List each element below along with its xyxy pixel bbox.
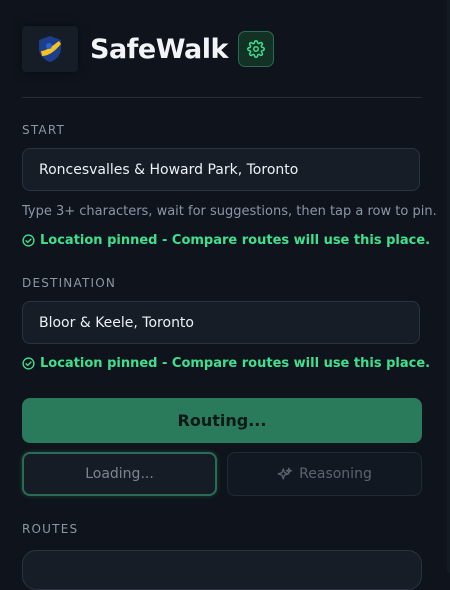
start-pinned-status: Location pinned - Compare routes will us… [22, 233, 430, 248]
settings-button[interactable] [237, 31, 274, 67]
app-title: SafeWalk [90, 33, 228, 65]
start-input[interactable]: Roncesvalles & Howard Park, Toronto [22, 148, 420, 191]
destination-pinned-text: Location pinned - Compare routes will us… [40, 356, 431, 371]
routes-label: ROUTES [22, 522, 79, 536]
sparkles-icon [277, 467, 293, 479]
reasoning-label: Reasoning [299, 466, 372, 482]
routing-button[interactable]: Routing... [22, 398, 422, 443]
start-hint: Type 3+ characters, wait for suggestions… [22, 204, 437, 219]
shield-logo-icon [39, 36, 61, 62]
header-divider [22, 97, 422, 98]
start-pinned-text: Location pinned - Compare routes will us… [40, 233, 431, 248]
sidebar-panel: SafeWalk START Roncesvalles & Howard Par… [0, 0, 450, 590]
destination-pinned-status: Location pinned - Compare routes will us… [22, 356, 430, 371]
route-card[interactable] [22, 550, 422, 590]
check-circle-icon [22, 357, 35, 370]
check-circle-icon [22, 234, 35, 247]
loading-button[interactable]: Loading... [22, 452, 217, 496]
gear-icon [247, 40, 265, 58]
destination-label: DESTINATION [22, 276, 117, 290]
destination-input[interactable]: Bloor & Keele, Toronto [22, 301, 420, 344]
start-label: START [22, 123, 66, 137]
reasoning-button[interactable]: Reasoning [227, 452, 422, 496]
app-logo [22, 26, 78, 72]
app-header: SafeWalk [22, 25, 274, 73]
